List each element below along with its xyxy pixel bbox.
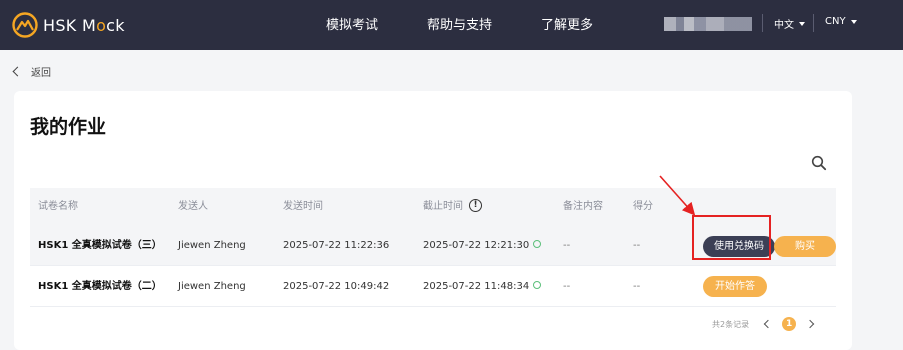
column-header-name: 试卷名称: [38, 201, 78, 212]
next-page-icon[interactable]: [805, 319, 815, 329]
logo[interactable]: HSK Mock: [12, 12, 125, 38]
sent-time: 2025-07-22 11:22:36: [283, 240, 390, 251]
start-answering-button[interactable]: 开始作答: [703, 276, 767, 297]
sender: Jiewen Zheng: [178, 240, 246, 251]
search-icon[interactable]: [811, 155, 827, 171]
sender: Jiewen Zheng: [178, 281, 246, 292]
info-icon[interactable]: !: [469, 198, 482, 212]
chevron-left-icon: [12, 66, 23, 77]
deadline: 2025-07-22 11:48:34: [423, 266, 542, 307]
sent-time: 2025-07-22 10:49:42: [283, 281, 390, 292]
column-header-score: 得分: [633, 201, 653, 212]
score: --: [633, 281, 641, 292]
back-link[interactable]: 返回: [12, 64, 51, 79]
column-header-sender: 发送人: [178, 201, 208, 212]
table-row: HSK1 全真模拟试卷（二） Jiewen Zheng 2025-07-22 1…: [30, 266, 836, 307]
chevron-down-icon: [799, 21, 805, 26]
user-account-redacted[interactable]: [664, 17, 752, 31]
page-title: 我的作业: [30, 116, 107, 138]
column-header-deadline: 截止时间!: [423, 188, 482, 225]
language-label: 中文: [774, 20, 794, 31]
buy-button[interactable]: 购买: [774, 236, 836, 257]
score: --: [633, 240, 641, 251]
clock-icon: [533, 240, 542, 248]
nav-help-support[interactable]: 帮助与支持: [427, 14, 492, 33]
annotation-highlight-box: [692, 215, 771, 260]
header-divider: [813, 14, 814, 32]
note: --: [563, 281, 571, 292]
mountain-logo-icon: [12, 12, 38, 38]
pagination: 共2条记录 1: [712, 317, 824, 331]
total-records-label: 共2条记录: [712, 319, 750, 329]
top-navigation-bar: HSK Mock 模拟考试 帮助与支持 了解更多 中文 CNY: [0, 0, 903, 50]
header-divider: [762, 14, 763, 32]
language-selector[interactable]: 中文: [774, 16, 805, 31]
note: --: [563, 240, 571, 251]
currency-label: CNY: [825, 16, 846, 27]
column-header-sent-time: 发送时间: [283, 201, 323, 212]
nav-mock-exam[interactable]: 模拟考试: [326, 14, 378, 33]
exam-name: HSK1 全真模拟试卷（二）: [38, 281, 162, 292]
back-label: 返回: [31, 68, 51, 79]
currency-selector[interactable]: CNY: [825, 16, 857, 27]
deadline: 2025-07-22 12:21:30: [423, 225, 542, 266]
exam-name: HSK1 全真模拟试卷（三）: [38, 240, 162, 251]
nav-learn-more[interactable]: 了解更多: [541, 14, 593, 33]
clock-icon: [533, 281, 542, 289]
previous-page-icon[interactable]: [763, 319, 773, 329]
page-number-current[interactable]: 1: [782, 317, 797, 331]
logo-text: HSK Mock: [43, 15, 125, 35]
column-header-note: 备注内容: [563, 201, 603, 212]
chevron-down-icon: [850, 19, 857, 24]
